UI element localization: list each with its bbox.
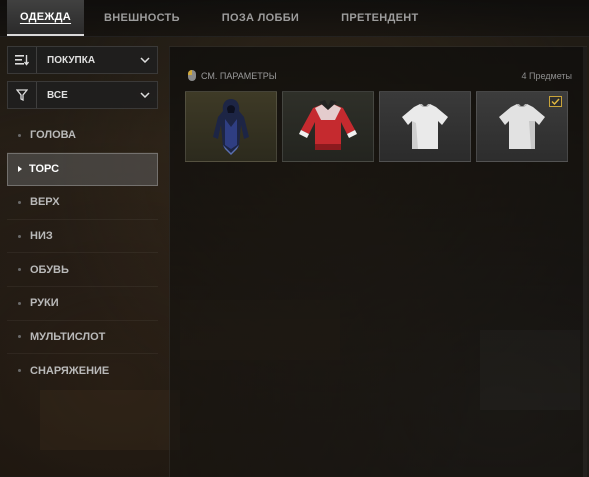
category-label: МУЛЬТИСЛОТ — [30, 330, 106, 343]
sort-dropdown[interactable]: ПОКУПКА — [7, 46, 158, 74]
category-label: ВЕРХ — [30, 196, 60, 209]
category-list: ГОЛОВА ТОРС ВЕРХ НИЗ ОБУВЬ РУКИ МУЛЬТИСЛ… — [7, 119, 158, 388]
filter-icon — [8, 82, 37, 108]
item-slot[interactable] — [476, 91, 568, 162]
item-slot[interactable] — [185, 91, 277, 162]
red-jersey-icon — [299, 99, 357, 150]
chevron-down-icon — [133, 92, 157, 98]
bullet-icon — [18, 268, 21, 272]
sort-icon — [8, 47, 37, 73]
white-tshirt-icon — [402, 103, 448, 149]
category-top[interactable]: ВЕРХ — [7, 186, 158, 220]
item-grid — [185, 91, 573, 162]
tab-appearance[interactable]: ВНЕШНОСТЬ — [84, 0, 202, 36]
view-params-label: СМ. ПАРАМЕТРЫ — [201, 70, 277, 81]
tab-clothing-label: ОДЕЖДА — [19, 11, 72, 23]
category-hands[interactable]: РУКИ — [7, 287, 158, 321]
category-label: ТОРС — [29, 163, 60, 176]
mouse-icon — [188, 70, 196, 81]
tab-appearance-label: ВНЕШНОСТЬ — [104, 12, 180, 24]
white-tshirt-icon — [499, 103, 545, 149]
bullet-icon — [18, 335, 21, 339]
checkmark-icon — [549, 96, 562, 107]
tab-lobby-pose-label: ПОЗА ЛОББИ — [221, 12, 300, 24]
view-params-button[interactable]: СМ. ПАРАМЕТРЫ — [188, 70, 277, 81]
tab-lobby-pose[interactable]: ПОЗА ЛОББИ — [202, 0, 321, 36]
item-slot[interactable] — [282, 91, 374, 162]
sort-dropdown-value: ПОКУПКА — [47, 54, 96, 66]
bullet-icon — [18, 133, 21, 137]
category-label: СНАРЯЖЕНИЕ — [30, 364, 110, 377]
tab-clothing[interactable]: ОДЕЖДА — [7, 0, 84, 36]
category-torso[interactable]: ТОРС — [7, 152, 158, 187]
category-label: ГОЛОВА — [30, 129, 76, 142]
bullet-icon — [18, 234, 21, 238]
items-panel: СМ. ПАРАМЕТРЫ 4 Предметы — [169, 46, 587, 477]
category-shoes[interactable]: ОБУВЬ — [7, 253, 158, 287]
bullet-icon — [18, 369, 21, 373]
category-bottom[interactable]: НИЗ — [7, 220, 158, 254]
filter-dropdown-value: ВСЕ — [47, 89, 68, 101]
category-label: НИЗ — [30, 230, 53, 243]
item-slot[interactable] — [379, 91, 471, 162]
bullet-icon — [18, 301, 21, 305]
top-tab-bar: ОДЕЖДА ВНЕШНОСТЬ ПОЗА ЛОББИ ПРЕТЕНДЕНТ — [0, 0, 589, 37]
category-gear[interactable]: СНАРЯЖЕНИЕ — [7, 354, 158, 388]
category-head[interactable]: ГОЛОВА — [7, 119, 158, 153]
triangle-right-icon — [18, 166, 22, 173]
tab-contender[interactable]: ПРЕТЕНДЕНТ — [321, 0, 438, 36]
blue-hooded-outfit-icon — [213, 98, 249, 155]
filter-dropdown[interactable]: ВСЕ — [7, 81, 158, 109]
scrollbar[interactable] — [583, 47, 587, 477]
category-multislot[interactable]: МУЛЬТИСЛОТ — [7, 321, 158, 355]
item-count: 4 Предметы — [521, 71, 572, 81]
background-crate — [40, 390, 180, 450]
bullet-icon — [18, 200, 21, 204]
tab-contender-label: ПРЕТЕНДЕНТ — [341, 12, 419, 24]
category-label: ОБУВЬ — [30, 263, 69, 276]
chevron-down-icon — [133, 57, 157, 63]
category-label: РУКИ — [30, 297, 59, 310]
